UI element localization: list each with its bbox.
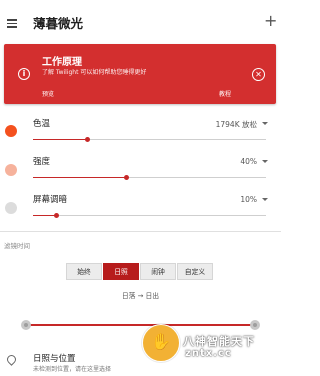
sunrise-handle[interactable] [250,320,260,330]
intensity-value[interactable]: 40% [240,157,257,166]
color-temperature-dot [5,125,17,137]
menu-icon[interactable] [7,19,17,28]
location-pin-icon [5,353,18,366]
intensity-dot [5,164,17,176]
color-temperature-slider-thumb[interactable] [84,137,90,142]
intensity-slider-thumb[interactable] [123,175,129,180]
dimming-dot [5,202,17,214]
location-title[interactable]: 日照与位置 [33,352,76,364]
location-subtitle: 未检测到位置，请在这里选择 [33,366,112,373]
color-temperature-value[interactable]: 1794K 放松 [216,119,257,130]
card-subtitle: 了解 Twilight 可以如何帮助您睡得更好 [42,69,147,76]
preview-button[interactable]: 预览 [42,89,54,98]
dimming-slider-fill [33,215,56,216]
watermark-logo-icon [142,324,180,362]
watermark-text: 八神智能天下 [183,335,255,348]
plus-icon[interactable]: + [264,13,277,29]
info-card: i 工作原理 了解 Twilight 可以如何帮助您睡得更好 ✕ 预览 教程 [4,44,276,104]
schedule-option-alarm[interactable]: 闹钟 [140,263,176,280]
card-title: 工作原理 [42,57,82,68]
app-title: 薄暮微光 [33,16,84,31]
intensity-slider-fill [33,177,126,178]
chevron-down-icon[interactable] [262,198,268,201]
dimming-value[interactable]: 10% [240,195,257,204]
tutorial-button[interactable]: 教程 [219,89,231,98]
close-icon[interactable]: ✕ [252,68,265,81]
schedule-timeline [26,324,255,326]
info-icon: i [18,68,30,80]
schedule-option-always[interactable]: 始终 [66,263,102,280]
color-temperature-slider-fill [33,139,87,140]
filter-schedule-header: 滤镜时间 [4,242,30,250]
schedule-option-sunlight[interactable]: 日照 [103,263,139,280]
chevron-down-icon[interactable] [262,160,268,163]
intensity-label: 强度 [33,157,51,167]
dimming-label: 屏幕调暗 [33,195,68,205]
dimming-slider[interactable] [33,215,266,216]
schedule-option-custom[interactable]: 自定义 [177,263,213,280]
color-temperature-slider[interactable] [33,139,266,140]
chevron-down-icon[interactable] [262,122,268,125]
watermark-url: zntx.cc [185,348,232,359]
sunset-handle[interactable] [21,320,31,330]
divider [0,231,281,232]
dimming-slider-thumb[interactable] [53,213,59,218]
schedule-subtitle: 日落 → 日出 [121,292,160,300]
intensity-slider[interactable] [33,177,266,178]
color-temperature-label: 色温 [33,119,51,129]
